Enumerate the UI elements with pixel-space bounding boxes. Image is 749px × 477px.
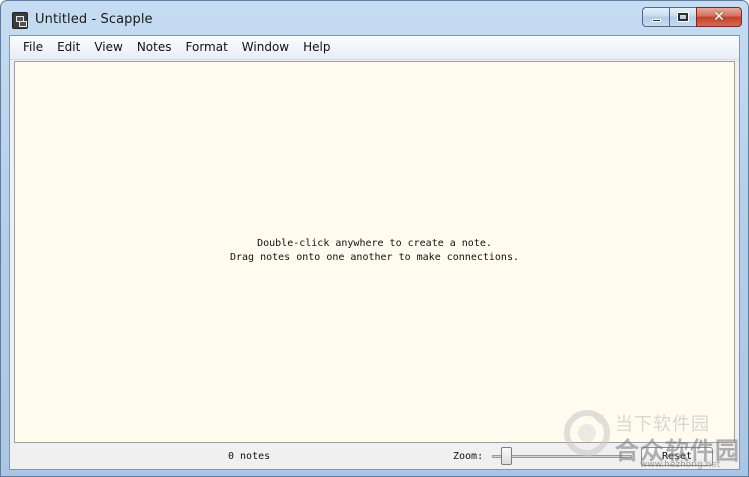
- watermark-url: www.hezhong.net: [640, 460, 721, 470]
- menu-notes[interactable]: Notes: [130, 37, 179, 58]
- window-title: Untitled - Scapple: [35, 12, 153, 27]
- menu-format[interactable]: Format: [179, 37, 235, 58]
- caption-buttons: ✕: [642, 7, 742, 27]
- maximize-button[interactable]: [669, 7, 696, 27]
- canvas-hint-connect: Drag notes onto one another to make conn…: [230, 252, 519, 263]
- close-button[interactable]: ✕: [696, 7, 742, 27]
- title-bar[interactable]: Untitled - Scapple ✕: [1, 1, 748, 35]
- scapple-canvas[interactable]: Double-click anywhere to create a note. …: [14, 61, 735, 443]
- close-icon: ✕: [713, 9, 725, 25]
- minimize-icon: [651, 19, 661, 22]
- note-count: 0 notes: [228, 451, 271, 462]
- menu-edit[interactable]: Edit: [50, 37, 87, 58]
- client-area: File Edit View Notes Format Window Help …: [9, 35, 740, 470]
- watermark-logo-icon: [564, 410, 610, 456]
- menu-window[interactable]: Window: [235, 37, 296, 58]
- maximize-icon: [678, 13, 688, 21]
- site-watermark: 当下软件园 合众软件园 www.hezhong.net: [560, 406, 747, 474]
- menu-help[interactable]: Help: [296, 37, 337, 58]
- minimize-button[interactable]: [642, 7, 669, 27]
- menu-file[interactable]: File: [16, 37, 50, 58]
- menu-view[interactable]: View: [87, 37, 129, 58]
- zoom-label: Zoom:: [453, 451, 484, 462]
- scapple-app-icon[interactable]: [12, 12, 28, 29]
- zoom-slider-thumb[interactable]: [501, 447, 512, 465]
- canvas-hint-create: Double-click anywhere to create a note.: [257, 238, 492, 249]
- menu-bar: File Edit View Notes Format Window Help: [10, 36, 739, 60]
